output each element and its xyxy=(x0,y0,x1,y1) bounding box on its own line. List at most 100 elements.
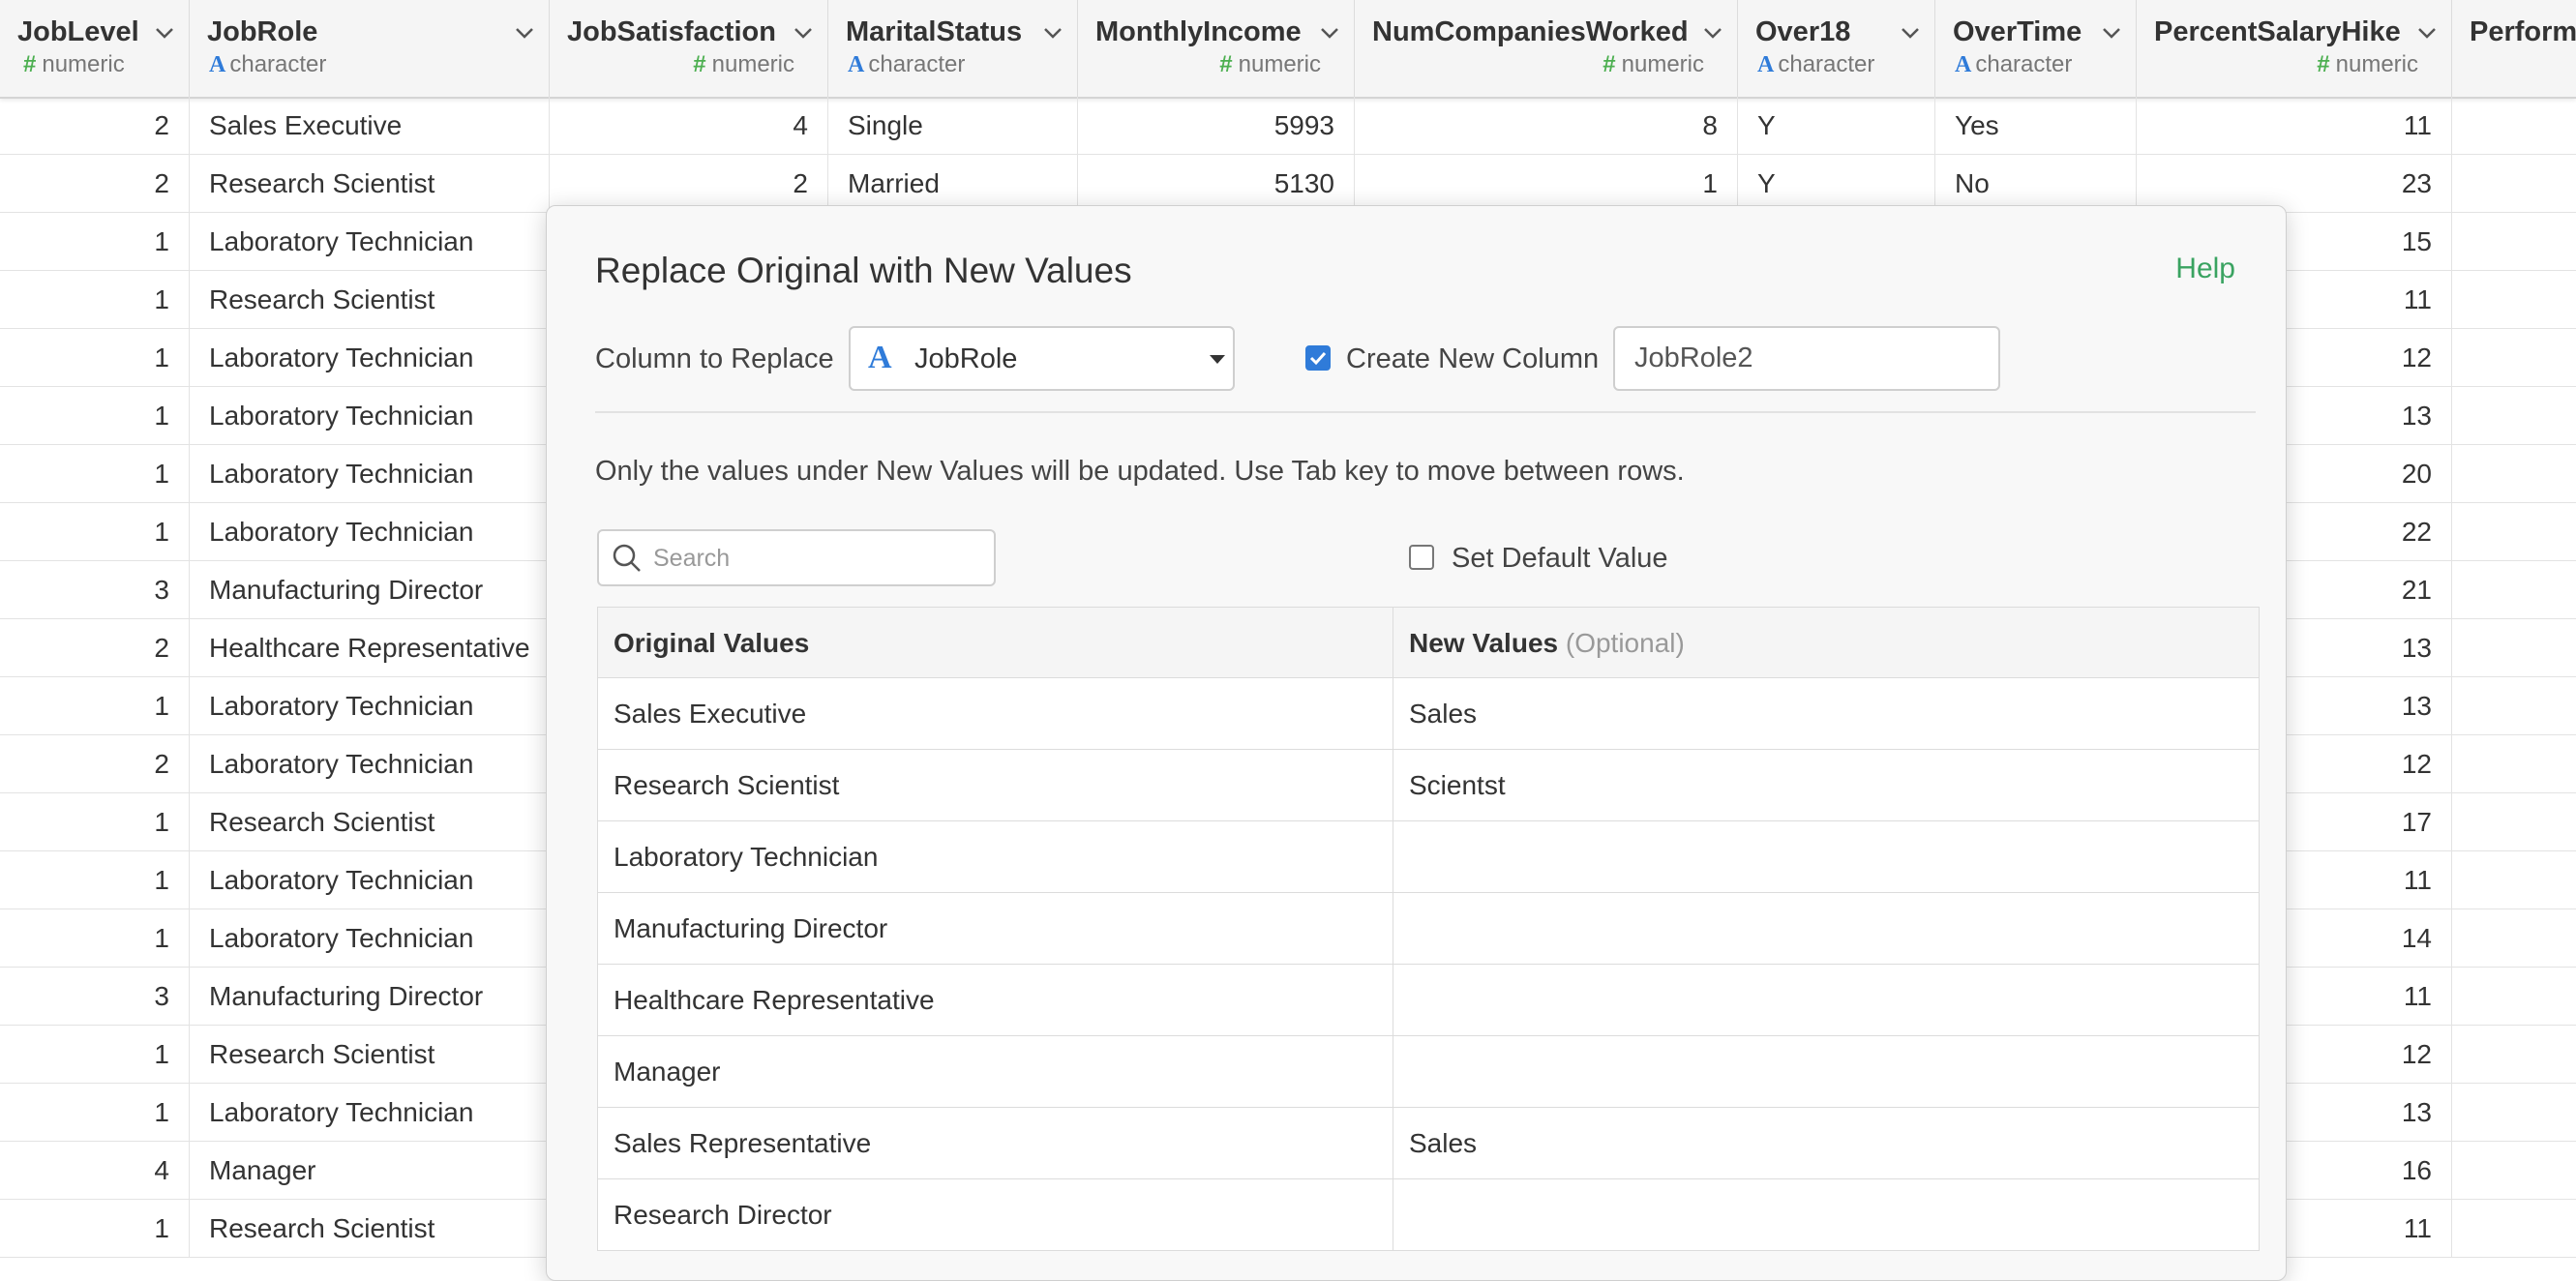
new-value-input[interactable] xyxy=(1393,821,2257,892)
cell-percentsalaryhike[interactable]: 23 xyxy=(2137,155,2452,213)
cell-perform[interactable] xyxy=(2452,909,2576,968)
cell-joblevel[interactable]: 1 xyxy=(0,329,190,387)
cell-jobrole[interactable]: Manager xyxy=(190,1142,550,1200)
cell-joblevel[interactable]: 2 xyxy=(0,619,190,677)
cell-jobrole[interactable]: Manufacturing Director xyxy=(190,968,550,1026)
cell-over18[interactable]: Y xyxy=(1738,97,1935,155)
cell-joblevel[interactable]: 2 xyxy=(0,155,190,213)
cell-jobrole[interactable]: Laboratory Technician xyxy=(190,387,550,445)
cell-perform[interactable] xyxy=(2452,677,2576,735)
new-value-input[interactable] xyxy=(1393,1179,2257,1250)
cell-jobrole[interactable]: Manufacturing Director xyxy=(190,561,550,619)
cell-perform[interactable] xyxy=(2452,793,2576,851)
cell-perform[interactable] xyxy=(2452,1084,2576,1142)
search-input[interactable]: Search xyxy=(597,529,996,586)
cell-over18[interactable]: Y xyxy=(1738,155,1935,213)
cell-jobrole[interactable]: Research Scientist xyxy=(190,155,550,213)
cell-jobsatisfaction[interactable]: 2 xyxy=(550,155,828,213)
cell-jobrole[interactable]: Sales Executive xyxy=(190,97,550,155)
cell-jobrole[interactable]: Healthcare Representative xyxy=(190,619,550,677)
cell-joblevel[interactable]: 3 xyxy=(0,968,190,1026)
cell-perform[interactable] xyxy=(2452,387,2576,445)
column-header-maritalstatus[interactable]: MaritalStatus Acharacter xyxy=(828,0,1078,97)
cell-joblevel[interactable]: 1 xyxy=(0,213,190,271)
cell-perform[interactable] xyxy=(2452,1026,2576,1084)
column-header-joblevel[interactable]: JobLevel # numeric xyxy=(0,0,190,97)
column-header-over18[interactable]: Over18 Acharacter xyxy=(1738,0,1935,97)
cell-monthlyincome[interactable]: 5130 xyxy=(1078,155,1355,213)
cell-jobsatisfaction[interactable]: 4 xyxy=(550,97,828,155)
column-header-jobsatisfaction[interactable]: JobSatisfaction # numeric xyxy=(550,0,828,97)
cell-jobrole[interactable]: Research Scientist xyxy=(190,271,550,329)
set-default-value-checkbox[interactable] xyxy=(1409,545,1434,570)
cell-perform[interactable] xyxy=(2452,851,2576,909)
create-new-column-checkbox[interactable] xyxy=(1305,345,1331,371)
chevron-down-icon[interactable] xyxy=(1316,19,1343,46)
cell-jobrole[interactable]: Research Scientist xyxy=(190,793,550,851)
chevron-down-icon[interactable] xyxy=(2098,19,2125,46)
cell-perform[interactable] xyxy=(2452,968,2576,1026)
chevron-down-icon[interactable] xyxy=(1039,19,1066,46)
cell-joblevel[interactable]: 1 xyxy=(0,909,190,968)
cell-joblevel[interactable]: 2 xyxy=(0,97,190,155)
new-value-input[interactable] xyxy=(1393,965,2257,1035)
cell-jobrole[interactable]: Laboratory Technician xyxy=(190,851,550,909)
cell-perform[interactable] xyxy=(2452,329,2576,387)
cell-jobrole[interactable]: Laboratory Technician xyxy=(190,1084,550,1142)
cell-jobrole[interactable]: Laboratory Technician xyxy=(190,677,550,735)
column-header-overtime[interactable]: OverTime Acharacter xyxy=(1935,0,2137,97)
cell-joblevel[interactable]: 1 xyxy=(0,793,190,851)
cell-joblevel[interactable]: 4 xyxy=(0,1142,190,1200)
cell-jobrole[interactable]: Research Scientist xyxy=(190,1026,550,1084)
chevron-down-icon[interactable] xyxy=(2413,19,2441,46)
cell-joblevel[interactable]: 1 xyxy=(0,445,190,503)
column-select[interactable]: A JobRole xyxy=(849,326,1235,391)
cell-joblevel[interactable]: 1 xyxy=(0,1200,190,1258)
cell-joblevel[interactable]: 1 xyxy=(0,851,190,909)
cell-perform[interactable] xyxy=(2452,1200,2576,1258)
new-value-input[interactable]: Sales xyxy=(1393,678,2257,749)
cell-joblevel[interactable]: 1 xyxy=(0,503,190,561)
cell-perform[interactable] xyxy=(2452,213,2576,271)
cell-jobrole[interactable]: Laboratory Technician xyxy=(190,213,550,271)
chevron-down-icon[interactable] xyxy=(1897,19,1924,46)
cell-overtime[interactable]: Yes xyxy=(1935,97,2137,155)
cell-perform[interactable] xyxy=(2452,1142,2576,1200)
cell-joblevel[interactable]: 1 xyxy=(0,1026,190,1084)
cell-perform[interactable] xyxy=(2452,619,2576,677)
cell-joblevel[interactable]: 1 xyxy=(0,271,190,329)
cell-perform[interactable] xyxy=(2452,561,2576,619)
cell-overtime[interactable]: No xyxy=(1935,155,2137,213)
column-header-perform[interactable]: Perform xyxy=(2452,0,2576,97)
chevron-down-icon[interactable] xyxy=(790,19,817,46)
cell-jobrole[interactable]: Laboratory Technician xyxy=(190,909,550,968)
cell-perform[interactable] xyxy=(2452,445,2576,503)
cell-percentsalaryhike[interactable]: 11 xyxy=(2137,97,2452,155)
chevron-down-icon[interactable] xyxy=(1699,19,1726,46)
cell-jobrole[interactable]: Laboratory Technician xyxy=(190,503,550,561)
cell-numcompaniesworked[interactable]: 1 xyxy=(1355,155,1738,213)
new-value-input[interactable]: Sales xyxy=(1393,1108,2257,1178)
cell-joblevel[interactable]: 2 xyxy=(0,735,190,793)
cell-perform[interactable] xyxy=(2452,97,2576,155)
cell-joblevel[interactable]: 1 xyxy=(0,1084,190,1142)
cell-perform[interactable] xyxy=(2452,735,2576,793)
cell-joblevel[interactable]: 1 xyxy=(0,677,190,735)
column-header-percentsalaryhike[interactable]: PercentSalaryHike # numeric xyxy=(2137,0,2452,97)
cell-perform[interactable] xyxy=(2452,271,2576,329)
new-column-name-input[interactable]: JobRole2 xyxy=(1613,326,2000,391)
cell-joblevel[interactable]: 1 xyxy=(0,387,190,445)
cell-joblevel[interactable]: 3 xyxy=(0,561,190,619)
new-value-input[interactable]: Scientst xyxy=(1393,750,2257,820)
cell-monthlyincome[interactable]: 5993 xyxy=(1078,97,1355,155)
new-value-input[interactable] xyxy=(1393,893,2257,964)
help-link[interactable]: Help xyxy=(2175,253,2235,285)
column-header-numcompaniesworked[interactable]: NumCompaniesWorked # numeric xyxy=(1355,0,1738,97)
chevron-down-icon[interactable] xyxy=(151,19,178,46)
cell-jobrole[interactable]: Research Scientist xyxy=(190,1200,550,1258)
cell-perform[interactable] xyxy=(2452,503,2576,561)
cell-maritalstatus[interactable]: Married xyxy=(828,155,1078,213)
column-header-monthlyincome[interactable]: MonthlyIncome # numeric xyxy=(1078,0,1355,97)
chevron-down-icon[interactable] xyxy=(511,19,538,46)
cell-maritalstatus[interactable]: Single xyxy=(828,97,1078,155)
